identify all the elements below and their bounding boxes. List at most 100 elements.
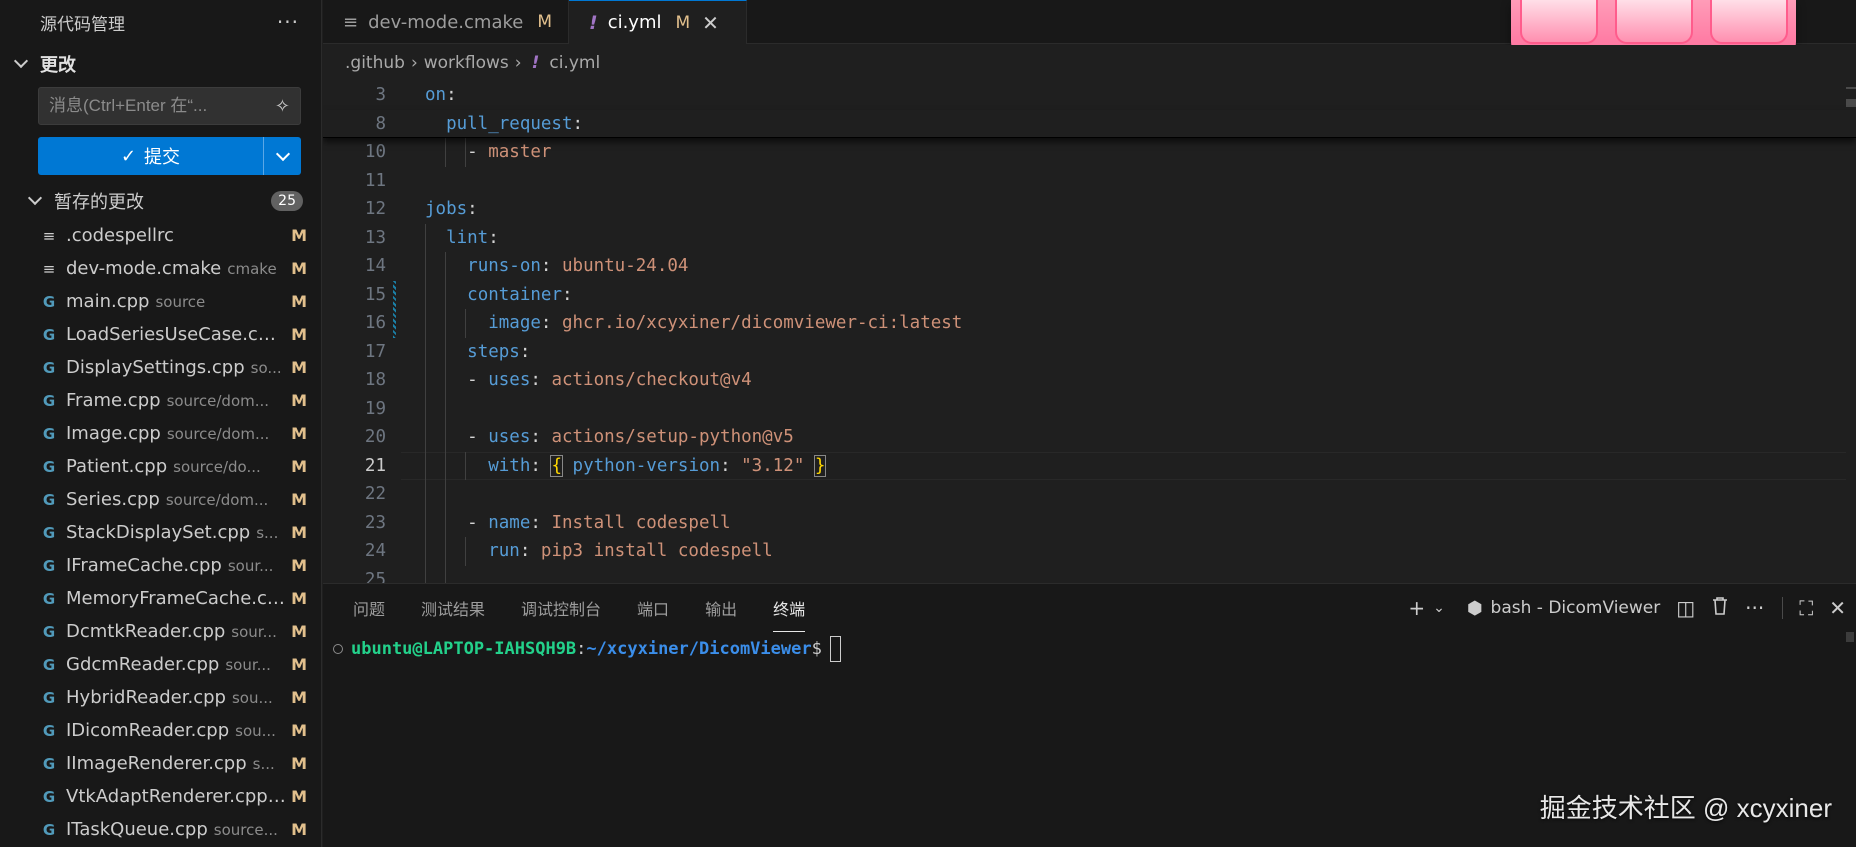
panel-tab[interactable]: 调试控制台 <box>521 584 601 632</box>
sparkle-icon[interactable]: ✧ <box>275 96 290 117</box>
list-item[interactable]: G IFrameCache.cpp sour... M <box>0 549 321 582</box>
list-item[interactable]: G LoadSeriesUseCase.cp... M <box>0 318 321 351</box>
code-token: : <box>467 199 478 219</box>
list-item[interactable]: G IDicomReader.cpp sou... M <box>0 714 321 747</box>
split-terminal-icon[interactable]: ◫ <box>1676 596 1695 620</box>
panel-tab[interactable]: 问题 <box>353 584 385 632</box>
cpp-file-icon: G <box>42 424 56 443</box>
list-item[interactable]: G Patient.cpp source/do... M <box>0 450 321 483</box>
breadcrumb-item-github[interactable]: .github <box>345 53 405 73</box>
list-item[interactable]: Gmain.cpp source M <box>0 285 321 318</box>
code-token: { <box>550 454 563 477</box>
sidebar-header: 源代码管理 ··· <box>0 0 321 44</box>
line-number: 21 <box>364 455 386 476</box>
modified-status: M <box>291 820 307 839</box>
tab-ci-yml[interactable]: ! ci.yml M ✕ <box>569 0 748 44</box>
list-item[interactable]: G IImageRenderer.cpp s... M <box>0 747 321 780</box>
code-token: run <box>488 541 520 561</box>
panel-tab[interactable]: 输出 <box>705 584 737 632</box>
terminal-selector[interactable]: ⬢ bash - DicomViewer <box>1467 598 1660 619</box>
code-token: : <box>540 256 562 276</box>
trash-icon[interactable] <box>1711 596 1729 621</box>
commit-button[interactable]: ✓ 提交 <box>38 137 263 175</box>
commit-message-box[interactable]: ✧ <box>38 87 301 125</box>
file-label: DisplaySettings.cpp so... <box>66 357 287 378</box>
list-item[interactable]: G Frame.cpp source/dom... M <box>0 384 321 417</box>
close-panel-icon[interactable]: ✕ <box>1829 596 1846 620</box>
line-number: 25 <box>364 569 386 584</box>
file-name: dev-mode.cmake <box>66 258 222 279</box>
file-name: main.cpp <box>66 291 150 312</box>
commit-dropdown-button[interactable] <box>263 137 301 175</box>
line-content: jobs: <box>425 195 478 224</box>
changes-section-header[interactable]: 更改 <box>0 44 321 84</box>
more-actions-icon[interactable]: ··· <box>1745 596 1764 620</box>
code-token: : <box>572 113 584 134</box>
cpp-file-icon: G <box>42 820 56 839</box>
panel-tab[interactable]: 终端 <box>773 584 806 632</box>
modified-status: M <box>291 292 307 311</box>
new-terminal-icon[interactable]: + <box>1408 596 1425 620</box>
panel-tab[interactable]: 测试结果 <box>421 584 485 632</box>
list-item[interactable]: ≡ dev-mode.cmake cmake M <box>0 252 321 285</box>
line-content: - master <box>425 138 551 167</box>
list-item[interactable]: G Series.cpp source/dom... M <box>0 483 321 516</box>
code-line: 13 lint: <box>323 224 1856 253</box>
code-editor[interactable]: 3 on: 8 pull_request: 10 - master 11 12 jobs: 1… <box>323 81 1856 583</box>
file-label: IDicomReader.cpp sou... <box>66 720 287 741</box>
panel-tab[interactable]: 端口 <box>637 584 669 632</box>
file-label: Patient.cpp source/do... <box>66 456 287 477</box>
list-item[interactable]: ≡ .codespellrc M <box>0 219 321 252</box>
chevron-down-icon[interactable]: ⌄ <box>1433 600 1445 616</box>
file-path: sou... <box>235 722 276 740</box>
line-number: 17 <box>364 341 386 362</box>
breadcrumb-item-workflows[interactable]: workflows <box>424 53 509 73</box>
cpp-file-icon: G <box>42 391 56 410</box>
staged-changes-header[interactable]: 暂存的更改 25 <box>0 183 321 219</box>
file-name: MemoryFrameCache.c... <box>66 588 285 609</box>
line-content: run: pip3 install codespell <box>425 537 772 566</box>
breadcrumb-item-file[interactable]: ci.yml <box>549 53 600 73</box>
file-name: ITaskQueue.cpp <box>66 819 208 840</box>
divider <box>1782 597 1784 619</box>
file-path: sou... <box>231 689 273 707</box>
scrollbar[interactable] <box>1846 632 1854 642</box>
more-actions-icon[interactable]: ··· <box>277 10 299 34</box>
decorative-key <box>1614 0 1693 44</box>
close-icon[interactable]: ✕ <box>702 11 719 35</box>
file-label: dev-mode.cmake cmake <box>66 258 287 279</box>
code-token: : <box>561 284 573 305</box>
line-number: 10 <box>364 142 386 162</box>
panel-actions: + ⌄ ⬢ bash - DicomViewer ◫ ··· ⛶ ✕ <box>1392 584 1846 632</box>
maximize-panel-icon[interactable]: ⛶ <box>1799 596 1813 620</box>
list-item[interactable]: G GdcmReader.cpp sour... M <box>0 648 321 681</box>
file-label: DcmtkReader.cpp sour... <box>66 621 287 642</box>
indent-guide <box>465 451 466 480</box>
code-token: on <box>425 85 447 105</box>
modified-status: M <box>291 622 307 641</box>
file-name: StackDisplaySet.cpp <box>66 522 251 543</box>
list-item[interactable]: G MemoryFrameCache.c... M <box>0 582 321 615</box>
terminal-prompt[interactable]: ubuntu@LAPTOP-IAHSQH9B : ~/xcyxiner/Dico… <box>333 636 841 662</box>
list-item[interactable]: G Image.cpp source/dom... M <box>0 417 321 450</box>
list-item[interactable]: G VtkAdaptRenderer.cpp... M <box>0 780 321 813</box>
commit-message-input[interactable] <box>49 96 275 116</box>
list-item[interactable]: G StackDisplaySet.cpp s... M <box>0 516 321 549</box>
code-token: - <box>425 427 489 447</box>
terminal-icon: ⬢ <box>1466 597 1483 619</box>
staged-count-badge: 25 <box>271 191 303 211</box>
list-item[interactable]: G DisplaySettings.cpp so... M <box>0 351 321 384</box>
watermark: 掘金技术社区 @ xcyxiner <box>1539 793 1832 823</box>
terminal-cursor <box>829 636 841 662</box>
cpp-file-icon: G <box>42 622 56 641</box>
list-item[interactable]: G HybridReader.cpp sou... M <box>0 681 321 714</box>
indent-guide <box>465 537 466 566</box>
list-item[interactable]: G ITaskQueue.cpp source... M <box>0 813 321 846</box>
modified-status: M <box>291 787 307 806</box>
list-item[interactable]: G DcmtkReader.cpp sour... M <box>0 615 321 648</box>
tab-dev-mode-cmake[interactable]: ≡ dev-mode.cmake M <box>323 0 570 44</box>
file-name: VtkAdaptRenderer.cpp... <box>66 786 285 807</box>
code-token: : <box>519 341 531 362</box>
